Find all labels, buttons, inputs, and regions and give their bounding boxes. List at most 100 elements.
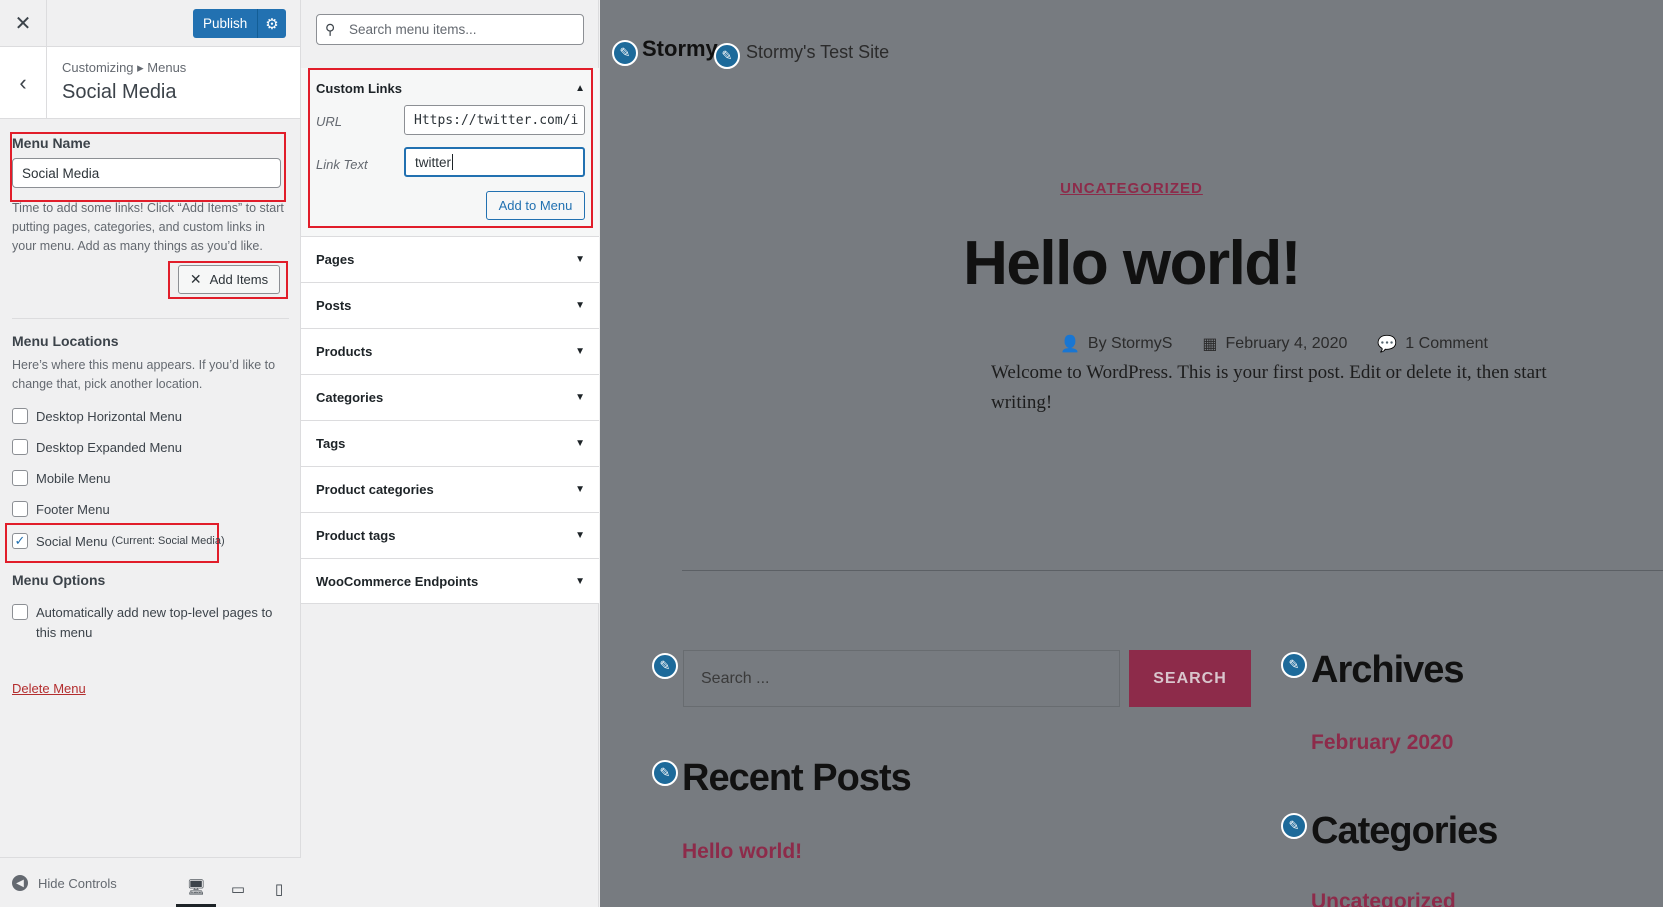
add-items-label: Add Items — [209, 272, 269, 287]
section-pages[interactable]: Pages ▼ — [301, 236, 599, 282]
publish-label[interactable]: Publish — [193, 16, 257, 31]
section-categories[interactable]: Categories ▼ — [301, 374, 599, 420]
widget-search-button[interactable]: SEARCH — [1129, 650, 1251, 707]
breadcrumb: Customizing ▸ Menus — [62, 60, 187, 75]
content-separator — [682, 570, 1663, 571]
post-excerpt: Welcome to WordPress. This is your first… — [991, 362, 1547, 413]
customizer-footer: ◀ Hide Controls 🖥 ▭ ▯ — [0, 857, 301, 907]
categories-link[interactable]: Uncategorized — [1311, 890, 1456, 907]
location-mobile[interactable]: Mobile Menu — [12, 470, 110, 486]
edit-pencil-icon[interactable]: ✎ — [1281, 652, 1307, 678]
section-products[interactable]: Products ▼ — [301, 328, 599, 374]
checkbox[interactable] — [12, 470, 28, 486]
post-category-link[interactable]: UNCATEGORIZED — [600, 180, 1663, 197]
edit-pencil-icon[interactable]: ✎ — [714, 43, 740, 69]
location-desktop-horizontal[interactable]: Desktop Horizontal Menu — [12, 408, 182, 424]
search-icon: ⚲ — [325, 21, 336, 37]
caret-down-icon: ▼ — [575, 484, 585, 495]
recent-post-link[interactable]: Hello world! — [682, 840, 802, 864]
collapse-icon: ◀ — [12, 875, 28, 891]
caret-down-icon: ▼ — [575, 438, 585, 449]
edit-pencil-icon[interactable]: ✎ — [1281, 813, 1307, 839]
location-label: Desktop Expanded Menu — [36, 439, 182, 455]
checkbox-checked[interactable]: ✓ — [12, 533, 28, 549]
gear-icon[interactable]: ⚙ — [258, 15, 286, 33]
close-icon: ✕ — [189, 271, 202, 287]
caret-down-icon: ▼ — [575, 530, 585, 541]
site-preview[interactable]: ✎ Stormy ✎ Stormy's Test Site UNCATEGORI… — [600, 0, 1663, 907]
add-items-button[interactable]: ✕ Add Items — [178, 265, 280, 294]
desktop-preview-icon[interactable]: 🖥 — [176, 869, 216, 907]
customizer-sidebar: ✕ Publish ⚙ ‹ Customizing ▸ Menus Social… — [0, 0, 301, 907]
menu-locations-help: Here’s where this menu appears. If you’d… — [12, 358, 276, 391]
checkmark-icon: ✓ — [14, 533, 26, 548]
hide-controls-label: Hide Controls — [38, 875, 117, 891]
close-icon[interactable]: ✕ — [0, 0, 47, 47]
section-woocommerce-endpoints[interactable]: WooCommerce Endpoints ▼ — [301, 558, 599, 604]
post-comments[interactable]: 1 Comment — [1405, 335, 1488, 353]
menu-items-search-input[interactable]: ⚲ Search menu items... — [316, 14, 584, 45]
site-title[interactable]: Stormy's Test Site — [746, 42, 889, 63]
checkbox[interactable] — [12, 408, 28, 424]
checkbox[interactable] — [12, 501, 28, 517]
section-label: Tags — [316, 436, 346, 451]
post-meta: 👤 By StormyS ▦ February 4, 2020 💬 1 Comm… — [1060, 334, 1488, 354]
checkbox[interactable] — [12, 604, 28, 620]
available-menu-items-panel: ⚲ Search menu items... Custom Links ▲ UR… — [301, 0, 599, 907]
edit-pencil-icon[interactable]: ✎ — [612, 40, 638, 66]
location-social[interactable]: ✓ Social Menu (Current: Social Media) — [12, 533, 225, 549]
menu-options-title: Menu Options — [12, 572, 106, 588]
section-label: WooCommerce Endpoints — [316, 573, 479, 589]
section-tags[interactable]: Tags ▼ — [301, 420, 599, 466]
recent-posts-title: Recent Posts — [682, 757, 912, 799]
publish-button[interactable]: Publish ⚙ — [193, 9, 286, 38]
location-label: Footer Menu — [36, 501, 110, 517]
post-title[interactable]: Hello world! — [600, 228, 1663, 299]
add-items-help-text: Time to add some links! Click “Add Items… — [12, 201, 284, 253]
widget-search-input[interactable]: Search ... — [683, 650, 1120, 707]
edit-pencil-icon[interactable]: ✎ — [652, 653, 678, 679]
location-desktop-expanded[interactable]: Desktop Expanded Menu — [12, 439, 182, 455]
divider — [12, 318, 289, 319]
caret-down-icon: ▼ — [575, 346, 585, 357]
section-label: Products — [316, 344, 373, 359]
caret-down-icon: ▼ — [575, 254, 585, 265]
edit-pencil-icon[interactable]: ✎ — [652, 760, 678, 786]
location-label: Social Menu — [36, 533, 108, 549]
section-label: Product categories — [316, 482, 434, 497]
section-label: Pages — [316, 252, 355, 267]
back-arrow-icon[interactable]: ‹ — [0, 47, 47, 119]
menu-name-input[interactable]: Social Media — [12, 158, 281, 188]
section-product-tags[interactable]: Product tags ▼ — [301, 512, 599, 558]
archives-link[interactable]: February 2020 — [1311, 731, 1453, 755]
checkbox[interactable] — [12, 439, 28, 455]
caret-down-icon: ▼ — [575, 392, 585, 403]
section-label: Product tags — [316, 528, 396, 543]
site-logo-text[interactable]: Stormy — [642, 36, 718, 62]
page-title: Social Media — [62, 81, 177, 103]
user-icon: 👤 — [1060, 336, 1080, 353]
tablet-preview-icon[interactable]: ▭ — [218, 869, 258, 907]
comment-icon: 💬 — [1377, 336, 1398, 353]
location-footer[interactable]: Footer Menu — [12, 501, 110, 517]
auto-add-label: Automatically add new top-level pages to… — [36, 605, 273, 640]
post-date[interactable]: February 4, 2020 — [1226, 335, 1348, 353]
delete-menu-link[interactable]: Delete Menu — [12, 681, 86, 696]
caret-down-icon: ▼ — [575, 575, 585, 587]
caret-down-icon: ▼ — [575, 300, 585, 311]
auto-add-option[interactable]: Automatically add new top-level pages to… — [12, 603, 282, 643]
post-author[interactable]: By StormyS — [1088, 335, 1172, 353]
calendar-icon: ▦ — [1202, 336, 1218, 353]
categories-title: Categories — [1311, 810, 1498, 852]
location-label: Mobile Menu — [36, 470, 111, 486]
menu-name-label: Menu Name — [12, 135, 91, 151]
section-product-categories[interactable]: Product categories ▼ — [301, 466, 599, 512]
archives-title: Archives — [1311, 649, 1465, 691]
mobile-preview-icon[interactable]: ▯ — [259, 869, 299, 907]
location-label: Desktop Horizontal Menu — [36, 408, 182, 424]
location-current-note: (Current: Social Media) — [111, 535, 225, 547]
section-posts[interactable]: Posts ▼ — [301, 282, 599, 328]
section-header: ‹ Customizing ▸ Menus Social Media — [0, 47, 300, 119]
highlight-box-custom-links — [308, 68, 593, 228]
hide-controls-button[interactable]: ◀ Hide Controls — [12, 875, 117, 891]
